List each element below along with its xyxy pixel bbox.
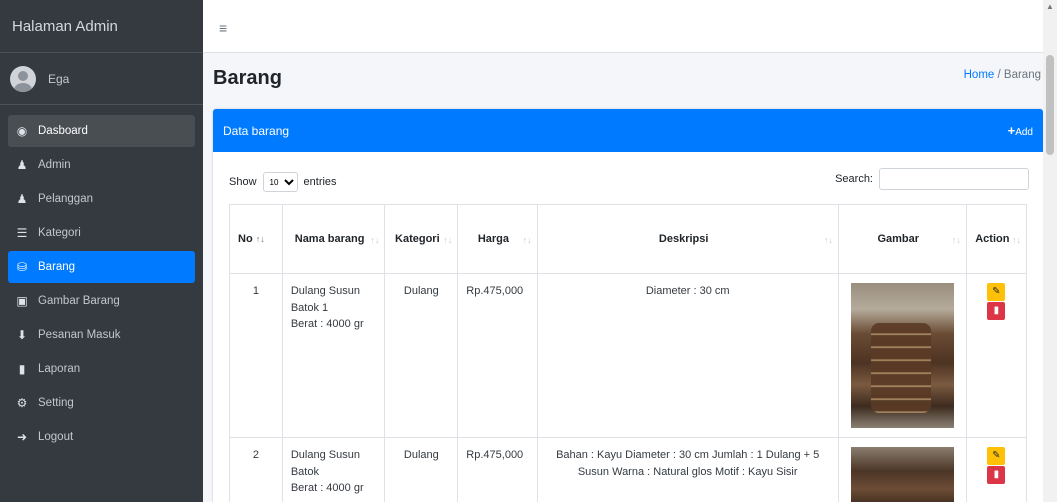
breadcrumb: Home / Barang [964, 69, 1041, 81]
sidebar-item-admin[interactable]: ♟ Admin [8, 149, 195, 181]
logout-icon: ➜ [16, 430, 28, 444]
cell-action: ✎ ▮ [965, 437, 1028, 502]
sidebar-item-logout[interactable]: ➜ Logout [8, 421, 195, 453]
entries-label: entries [303, 176, 337, 188]
dashboard-icon: ◉ [16, 124, 28, 138]
table-search: Search: [835, 168, 1029, 190]
user-panel[interactable]: Ega [0, 53, 203, 105]
sidebar-item-pesanan-masuk[interactable]: ⬇ Pesanan Masuk [8, 319, 195, 351]
cell-no: 2 [229, 437, 283, 502]
table-header-row: No ↑↓ Nama barang ↑↓ Kategori ↑↓ Harga ↑↓ D… [229, 204, 1028, 274]
sort-icon: ↑↓ [443, 235, 453, 245]
data-card: Data barang +Add Show 10 entries Search:… [213, 109, 1043, 502]
sort-icon: ↑↓ [1012, 235, 1021, 245]
column-header-nama-barang[interactable]: Nama barang ↑↓ [281, 204, 386, 274]
edit-button[interactable]: ✎ [987, 283, 1006, 301]
sidebar-item-label: Dasboard [38, 125, 88, 137]
topbar: ≡ [203, 0, 1057, 53]
avatar [10, 65, 36, 92]
cell-harga: Rp.475,000 [457, 437, 538, 502]
column-header-action[interactable]: Action ↑↓ [965, 204, 1028, 274]
breadcrumb-home-link[interactable]: Home [964, 69, 995, 81]
user-name: Ega [48, 71, 70, 86]
sidebar: Halaman Admin Ega ◉ Dasboard ♟ Admin ♟​ … [0, 0, 203, 502]
table-row: 2 Dulang Susun Batok Berat : 4000 gr Dula… [229, 437, 1028, 502]
sidebar-item-setting[interactable]: ⚙ Setting [8, 387, 195, 419]
column-header-gambar[interactable]: Gambar ↑↓ [837, 204, 967, 274]
sidebar-item-barang[interactable]: ⛁ Barang [8, 251, 195, 283]
sidebar-item-label: Admin [38, 159, 71, 171]
sidebar-item-dasboard[interactable]: ◉ Dasboard [8, 115, 195, 147]
search-label: Search: [835, 173, 873, 185]
file-icon: ▮ [18, 362, 26, 376]
image-icon: ▣ [16, 294, 28, 308]
sidebar-nav: ◉ Dasboard ♟ Admin ♟​ Pelanggan ☰ Katego… [0, 105, 203, 453]
entries-length: Show 10 entries [229, 172, 337, 192]
sort-icon: ↑↓ [370, 235, 380, 245]
cell-kategori: Dulang [384, 437, 459, 502]
column-header-harga[interactable]: Harga ↑↓ [457, 204, 538, 274]
column-header-no[interactable]: No ↑↓ [229, 204, 283, 274]
sidebar-item-label: Logout [38, 431, 74, 443]
sort-icon: ↑↓ [951, 235, 961, 245]
list-icon: ☰ [16, 226, 28, 240]
breadcrumb-separator: / [994, 69, 1004, 81]
cell-nama: Dulang Susun Batok Berat : 4000 gr [281, 437, 386, 502]
search-input[interactable] [879, 168, 1029, 190]
cubes-icon: ⛁ [16, 260, 28, 274]
page-scrollbar[interactable]: ▲ [1043, 0, 1057, 502]
cell-deskripsi: Bahan : Kayu Diameter : 30 cm Jumlah : 1… [536, 437, 839, 502]
sidebar-item-gambar-barang[interactable]: ▣ Gambar Barang [8, 285, 195, 317]
app-root: Halaman Admin Ega ◉ Dasboard ♟ Admin ♟​ … [0, 0, 1057, 502]
sort-icon: ↑↓ [522, 235, 532, 245]
product-image [850, 447, 954, 502]
cell-deskripsi: Diameter : 30 cm [536, 273, 839, 438]
card-title: Data barang [223, 123, 290, 138]
sort-asc-icon: ↑↓ [255, 234, 265, 244]
column-header-kategori[interactable]: Kategori ↑↓ [384, 204, 459, 274]
download-icon: ⬇ [16, 328, 28, 342]
sidebar-item-label: Kategori [38, 227, 81, 239]
brand-title[interactable]: Halaman Admin [0, 0, 203, 53]
delete-button[interactable]: ▮ [987, 466, 1006, 484]
cell-no: 1 [229, 273, 283, 438]
data-table: No ↑↓ Nama barang ↑↓ Kategori ↑↓ Harga ↑↓ D… [229, 204, 1028, 502]
scroll-up-icon[interactable]: ▲ [1046, 2, 1054, 11]
entries-select[interactable]: 10 [262, 172, 298, 192]
column-header-deskripsi[interactable]: Deskripsi ↑↓ [536, 204, 839, 274]
cell-kategori: Dulang [384, 273, 459, 438]
delete-button[interactable]: ▮ [987, 302, 1006, 320]
sidebar-item-label: Barang [38, 261, 76, 273]
sidebar-item-pelanggan[interactable]: ♟​ Pelanggan [8, 183, 195, 215]
sidebar-item-label: Pelanggan [38, 193, 93, 205]
edit-button[interactable]: ✎ [987, 447, 1006, 465]
add-button[interactable]: +Add [1008, 123, 1033, 138]
sidebar-item-laporan[interactable]: ▮ Laporan [8, 353, 195, 385]
scrollbar-thumb[interactable] [1046, 55, 1054, 155]
users-icon: ♟​ [16, 192, 28, 206]
table-row: 1 Dulang Susun Batok 1 Berat : 4000 gr Du… [229, 273, 1028, 438]
cell-nama: Dulang Susun Batok 1 Berat : 4000 gr [281, 273, 386, 438]
page-title: Barang [213, 67, 282, 89]
sidebar-item-label: Pesanan Masuk [38, 329, 121, 341]
gear-icon: ⚙ [16, 396, 28, 410]
user-icon: ♟ [16, 158, 28, 172]
show-label: Show [229, 176, 257, 188]
main-content: Barang Home / Barang Data barang +Add Sh… [203, 53, 1043, 502]
sidebar-item-label: Setting [38, 397, 74, 409]
hamburger-icon[interactable]: ≡ [219, 20, 227, 36]
add-button-label: Add [1015, 127, 1033, 138]
cell-gambar [837, 273, 967, 438]
sidebar-item-label: Gambar Barang [38, 295, 120, 307]
sidebar-item-kategori[interactable]: ☰ Kategori [8, 217, 195, 249]
breadcrumb-current: Barang [1003, 69, 1041, 81]
product-image [850, 283, 954, 428]
sidebar-item-label: Laporan [38, 363, 81, 375]
cell-harga: Rp.475,000 [457, 273, 538, 438]
cell-gambar [837, 437, 967, 502]
table-controls: Show 10 entries Search: [213, 152, 1043, 204]
card-header: Data barang +Add [213, 109, 1043, 152]
sort-icon: ↑↓ [823, 235, 833, 245]
cell-action: ✎ ▮ [965, 273, 1028, 438]
